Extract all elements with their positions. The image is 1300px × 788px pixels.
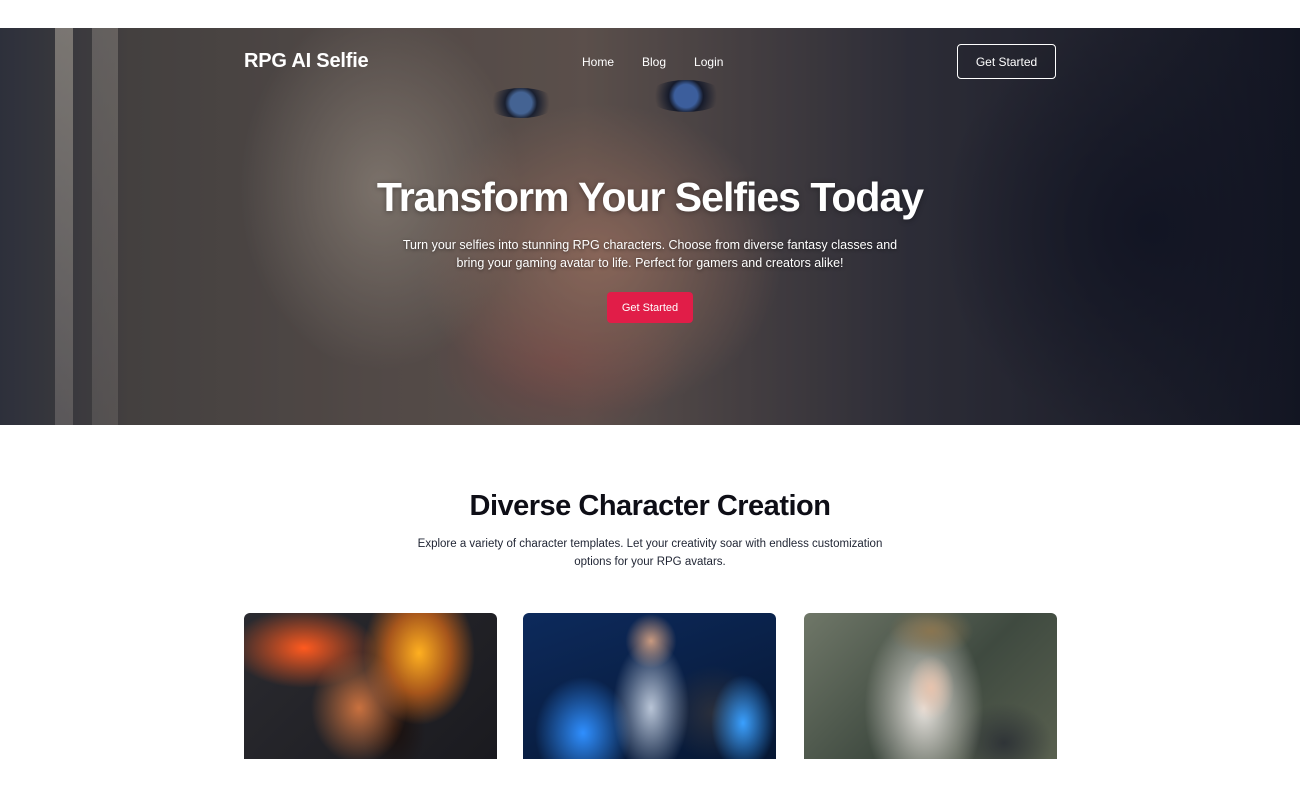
section-title: Diverse Character Creation <box>469 490 831 522</box>
nav-link-home[interactable]: Home <box>582 55 614 69</box>
nav-get-started-button[interactable]: Get Started <box>957 44 1056 79</box>
elf-queen-image <box>804 613 1057 759</box>
hero-subtitle: Turn your selfies into stunning RPG char… <box>402 238 898 270</box>
character-card-elf-queen[interactable] <box>804 613 1057 759</box>
section-subtitle: Explore a variety of character templates… <box>417 538 883 568</box>
brand-logo[interactable]: RPG AI Selfie <box>244 50 369 73</box>
character-card-ice-wizard[interactable] <box>523 613 776 759</box>
fire-warrior-image <box>244 613 497 759</box>
nav-link-login[interactable]: Login <box>694 55 723 69</box>
nav-links: Home Blog Login <box>582 55 723 69</box>
hero-get-started-button[interactable]: Get Started <box>607 292 693 323</box>
top-navigation: RPG AI Selfie Home Blog Login Get Starte… <box>0 28 1300 96</box>
hero-title: Transform Your Selfies Today <box>376 174 924 220</box>
ice-wizard-image <box>523 613 776 759</box>
nav-link-blog[interactable]: Blog <box>642 55 666 69</box>
character-card-fire-warrior[interactable] <box>244 613 497 759</box>
top-spacer <box>0 0 1300 28</box>
